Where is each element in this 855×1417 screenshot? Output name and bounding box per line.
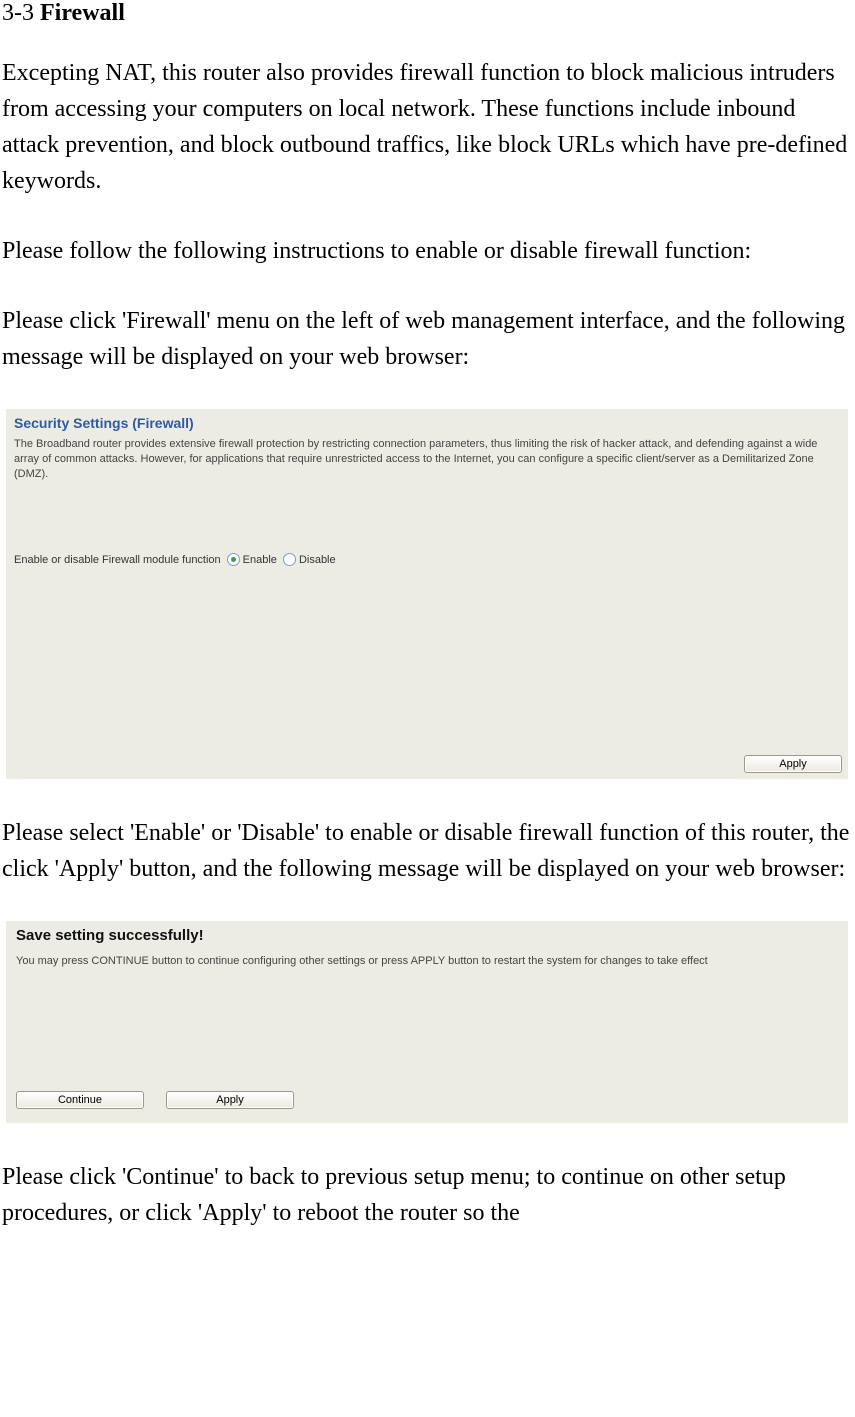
radio-disable[interactable]: Disable	[283, 553, 336, 566]
firewall-panel-description: The Broadband router provides extensive …	[6, 435, 848, 482]
save-panel-description: You may press CONTINUE button to continu…	[16, 954, 838, 970]
firewall-field-label: Enable or disable Firewall module functi…	[14, 554, 221, 566]
instruction-paragraph-4: Please select 'Enable' or 'Disable' to e…	[2, 815, 853, 887]
intro-paragraph-3: Please click 'Firewall' menu on the left…	[2, 303, 853, 375]
instruction-paragraph-5: Please click 'Continue' to back to previ…	[2, 1159, 853, 1231]
apply-button[interactable]: Apply	[744, 755, 842, 773]
firewall-panel-title: Security Settings (Firewall)	[6, 409, 848, 435]
apply-button[interactable]: Apply	[166, 1091, 294, 1109]
save-success-panel: Save setting successfully! You may press…	[6, 921, 848, 1123]
radio-icon	[227, 553, 240, 566]
firewall-settings-panel: Security Settings (Firewall) The Broadba…	[6, 409, 848, 779]
continue-button[interactable]: Continue	[16, 1091, 144, 1109]
radio-disable-label: Disable	[299, 554, 336, 566]
firewall-enable-row: Enable or disable Firewall module functi…	[14, 553, 336, 566]
section-name: Firewall	[40, 0, 125, 26]
section-number: 3-3	[2, 0, 34, 26]
radio-enable[interactable]: Enable	[227, 553, 277, 566]
radio-icon	[283, 553, 296, 566]
save-panel-title: Save setting successfully!	[16, 927, 838, 954]
section-heading: 3-3 Firewall	[2, 0, 853, 27]
radio-enable-label: Enable	[243, 554, 277, 566]
intro-paragraph-1: Excepting NAT, this router also provides…	[2, 55, 853, 199]
intro-paragraph-2: Please follow the following instructions…	[2, 233, 853, 269]
